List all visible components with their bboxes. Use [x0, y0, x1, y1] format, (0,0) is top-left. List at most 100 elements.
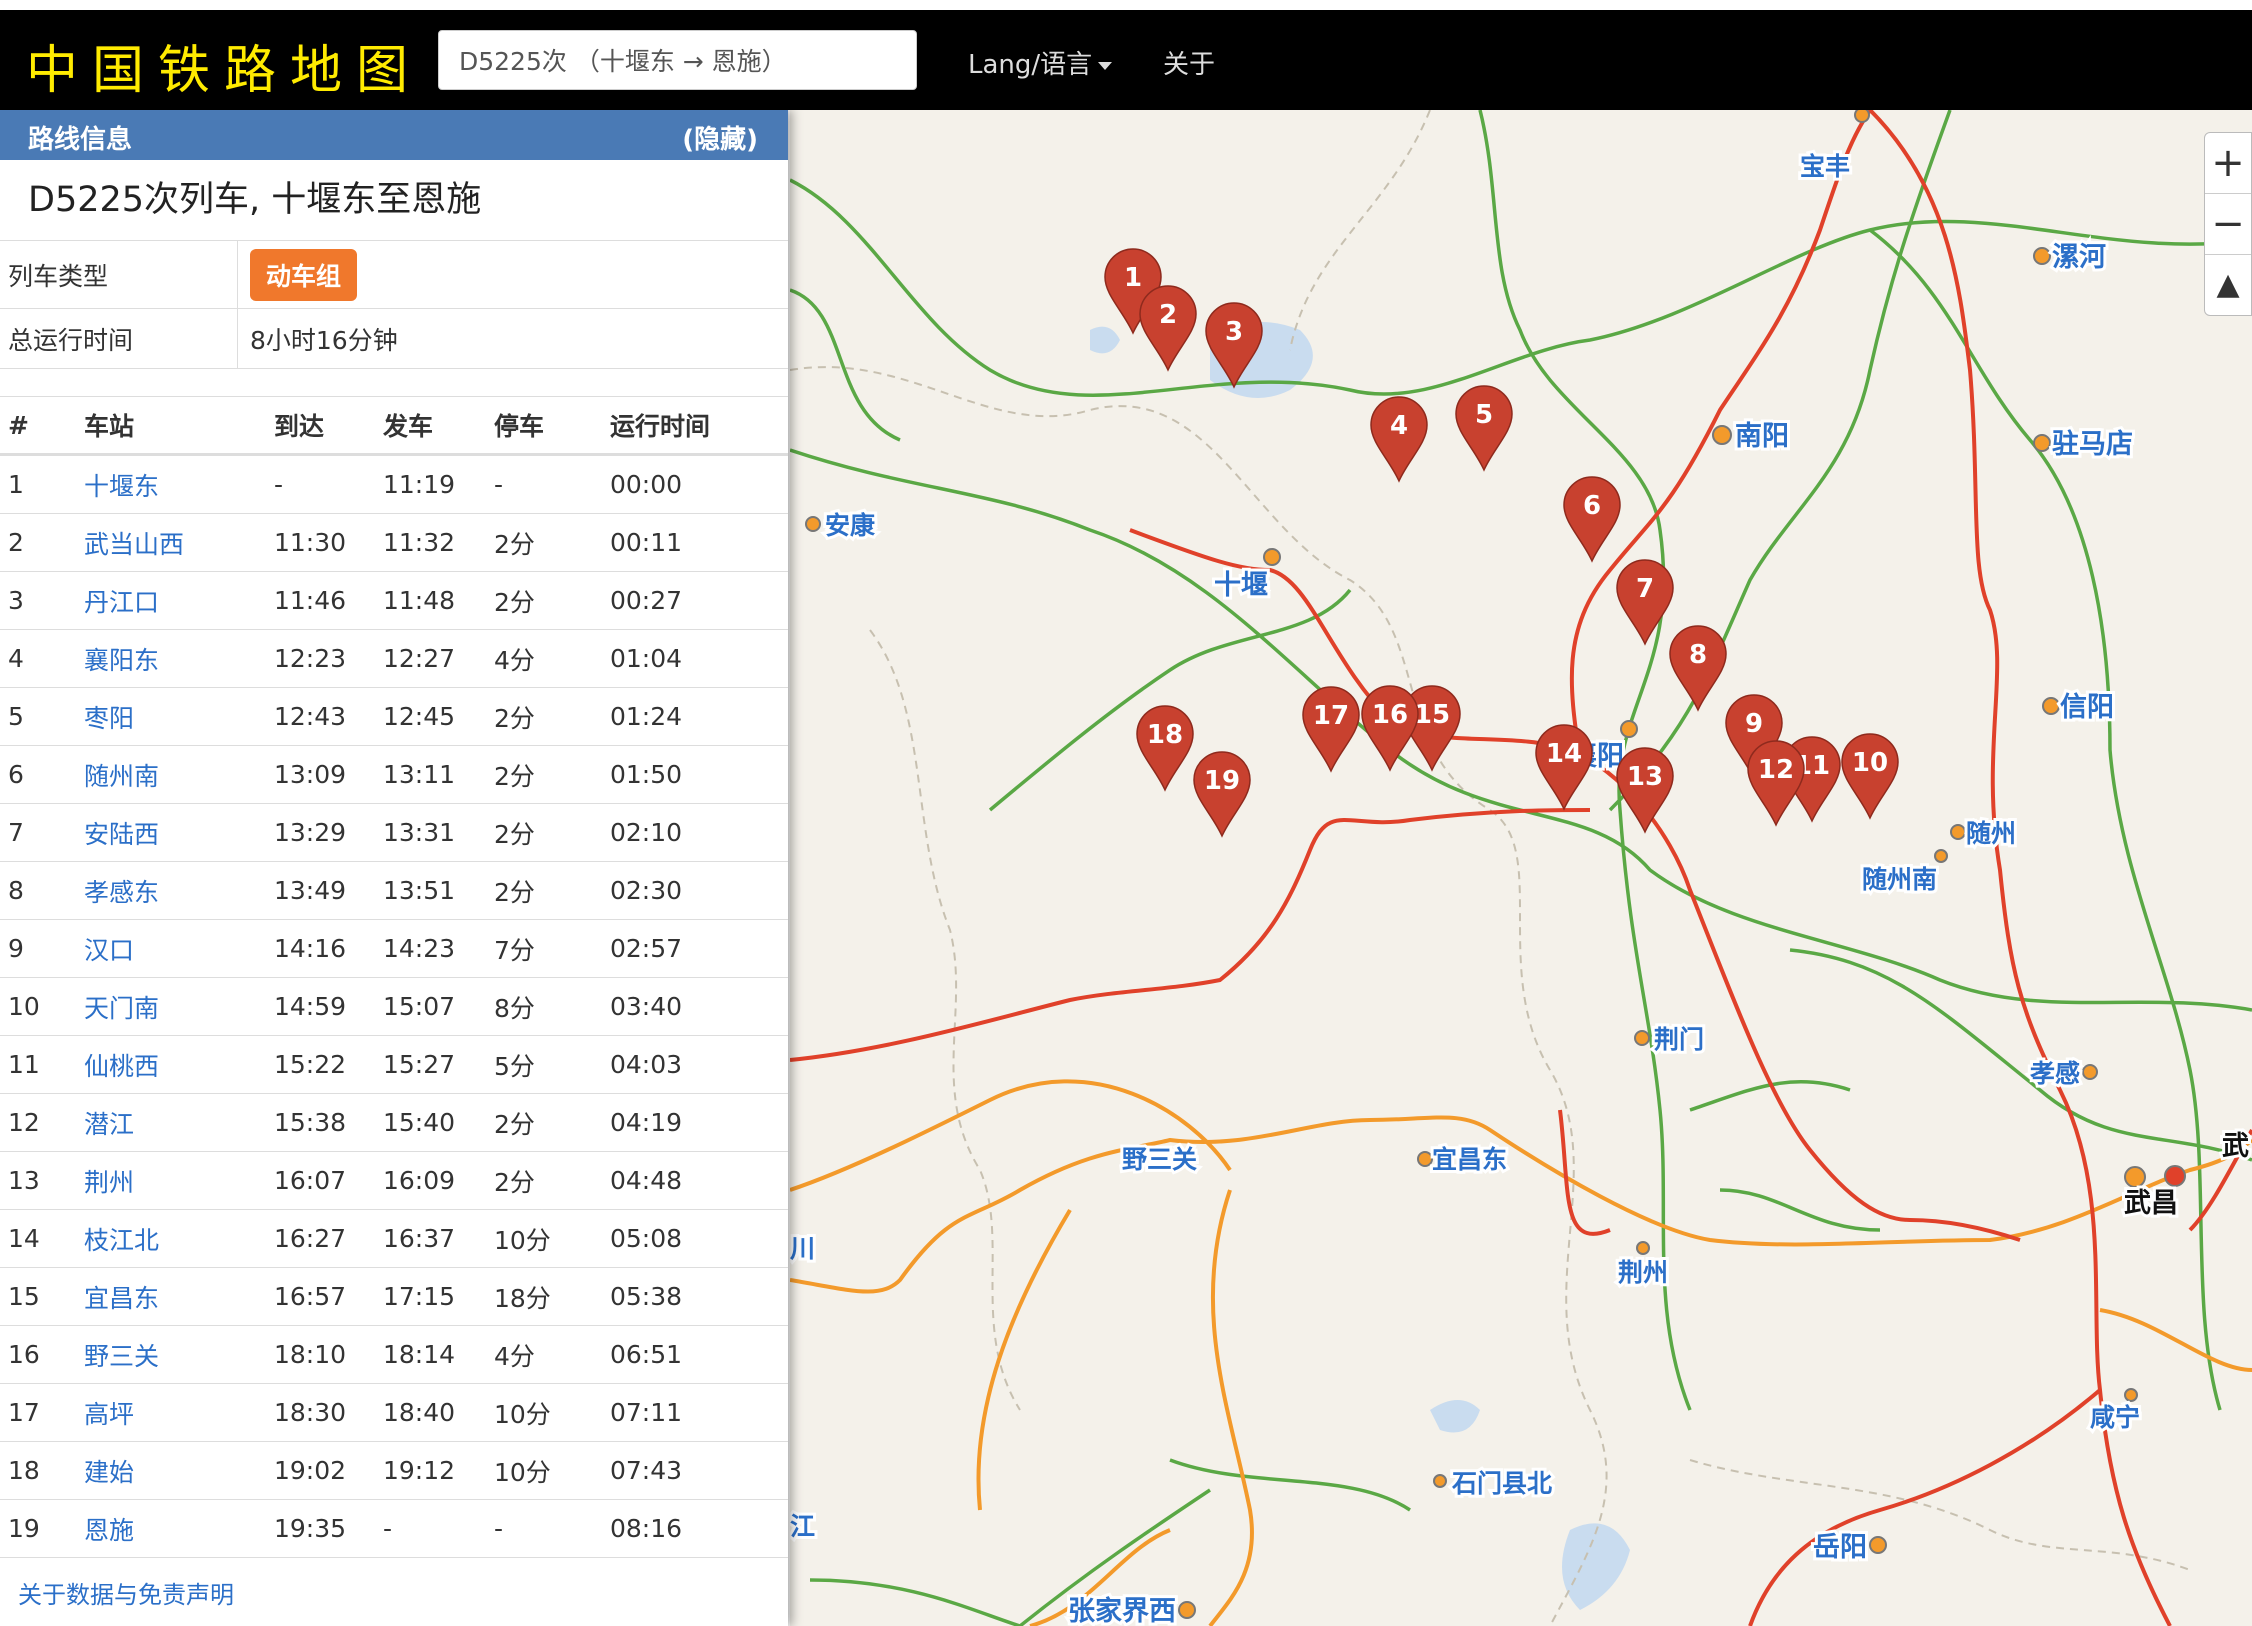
route-marker[interactable]: 2	[1139, 285, 1197, 372]
stop-duration: 2分	[494, 687, 610, 746]
stop-duration: 2分	[494, 513, 610, 572]
disclaimer-link[interactable]: 关于数据与免责声明	[18, 1575, 234, 1610]
city-label-luohe: 漯河	[2052, 242, 2106, 273]
elapsed-time: 05:38	[610, 1267, 788, 1326]
route-map[interactable]: 宝丰 漯河 南阳 驻马店 安康 十堰 信阳 襄阳 随州 随州南 荆门 孝感 武 …	[790, 110, 2252, 1626]
depart-time: 15:07	[383, 977, 494, 1036]
station-link[interactable]: 荆州	[84, 1168, 134, 1197]
route-marker[interactable]: 13	[1616, 747, 1674, 834]
station-link[interactable]: 建始	[84, 1458, 134, 1487]
train-title: D5225次列车, 十堰东至恩施	[0, 160, 788, 241]
table-row: 4 襄阳东 12:23 12:27 4分 01:04	[0, 629, 788, 688]
arrive-time: 13:09	[274, 745, 383, 804]
elapsed-time: 00:00	[610, 454, 788, 514]
zoom-out-button[interactable]: −	[2205, 194, 2251, 255]
train-search-input[interactable]	[438, 30, 917, 90]
route-marker[interactable]: 7	[1616, 559, 1674, 646]
total-time-value: 8小时16分钟	[250, 325, 398, 355]
about-link[interactable]: 关于	[1163, 44, 1215, 81]
hide-panel-link[interactable]: (隐藏)	[682, 119, 758, 156]
marker-number: 6	[1583, 491, 1601, 521]
compass-reset-button[interactable]: ▲	[2205, 255, 2251, 315]
stop-duration: -	[494, 1499, 610, 1558]
station-link[interactable]: 枝江北	[84, 1226, 159, 1255]
depart-time: 14:23	[383, 919, 494, 978]
route-marker[interactable]: 14	[1535, 724, 1593, 811]
table-row: 5 枣阳 12:43 12:45 2分 01:24	[0, 687, 788, 746]
station-index: 8	[0, 861, 84, 920]
route-marker[interactable]: 17	[1302, 686, 1360, 773]
elapsed-time: 05:08	[610, 1209, 788, 1268]
stop-duration: 8分	[494, 977, 610, 1036]
depart-time: 16:09	[383, 1151, 494, 1210]
station-table: # 车站 到达 发车 停车 运行时间 1 十堰东 -11:19-00:00 2 武当山西…	[0, 396, 788, 1558]
station-link[interactable]: 十堰东	[84, 472, 159, 501]
elapsed-time: 07:11	[610, 1383, 788, 1442]
city-label-xinyang: 信阳	[2060, 692, 2114, 723]
route-marker[interactable]: 19	[1193, 751, 1251, 838]
route-marker[interactable]: 6	[1563, 476, 1621, 563]
route-marker[interactable]: 16	[1361, 685, 1419, 772]
station-link[interactable]: 丹江口	[84, 588, 159, 617]
site-brand[interactable]: 中国铁路地图	[26, 28, 422, 103]
station-link[interactable]: 高坪	[84, 1400, 134, 1429]
station-index: 18	[0, 1441, 84, 1500]
station-link[interactable]: 天门南	[84, 994, 159, 1023]
water-areas	[1090, 322, 1630, 1610]
marker-number: 3	[1225, 317, 1243, 347]
station-index: 15	[0, 1267, 84, 1326]
route-marker[interactable]: 8	[1669, 625, 1727, 712]
route-marker[interactable]: 18	[1136, 705, 1194, 792]
stop-duration: 7分	[494, 919, 610, 978]
stop-duration: 2分	[494, 1093, 610, 1152]
zoom-control: + − ▲	[2204, 132, 2252, 316]
language-dropdown[interactable]: Lang/语言	[968, 44, 1113, 81]
station-link[interactable]: 襄阳东	[84, 646, 159, 675]
elapsed-time: 01:04	[610, 629, 788, 688]
station-link[interactable]: 孝感东	[84, 878, 159, 907]
station-link[interactable]: 枣阳	[84, 704, 134, 733]
station-link[interactable]: 汉口	[84, 936, 134, 965]
depart-time: 13:31	[383, 803, 494, 862]
depart-time: 13:51	[383, 861, 494, 920]
marker-number: 16	[1372, 700, 1408, 730]
stop-duration: 10分	[494, 1441, 610, 1500]
primary-railways	[790, 110, 2252, 1626]
elapsed-time: 04:19	[610, 1093, 788, 1152]
station-link[interactable]: 武当山西	[84, 530, 184, 559]
arrive-time: 16:07	[274, 1151, 383, 1210]
city-label-yichangdong: 宜昌东	[1432, 1145, 1507, 1174]
depart-time: 18:40	[383, 1383, 494, 1442]
station-link[interactable]: 安陆西	[84, 820, 159, 849]
arrive-time: 13:49	[274, 861, 383, 920]
station-link[interactable]: 随州南	[84, 762, 159, 791]
table-row: 15 宜昌东 16:57 17:15 18分 05:38	[0, 1267, 788, 1326]
zoom-in-button[interactable]: +	[2205, 133, 2251, 194]
route-marker[interactable]: 5	[1455, 385, 1513, 472]
stop-duration: 18分	[494, 1267, 610, 1326]
station-link[interactable]: 野三关	[84, 1342, 159, 1371]
station-index: 5	[0, 687, 84, 746]
depart-time: 19:12	[383, 1441, 494, 1500]
train-type-row: 列车类型 动车组	[0, 241, 788, 309]
route-marker[interactable]: 4	[1370, 396, 1428, 483]
marker-number: 18	[1147, 720, 1183, 750]
station-index: 10	[0, 977, 84, 1036]
map-canvas: 宝丰 漯河 南阳 驻马店 安康 十堰 信阳 襄阳 随州 随州南 荆门 孝感 武 …	[790, 110, 2252, 1626]
station-link[interactable]: 宜昌东	[84, 1284, 159, 1313]
station-link[interactable]: 潜江	[84, 1110, 134, 1139]
city-label-zhumadian: 驻马店	[2052, 429, 2133, 460]
route-marker[interactable]: 10	[1841, 733, 1899, 820]
col-stop: 停车	[494, 396, 610, 456]
route-marker[interactable]: 12	[1747, 740, 1805, 827]
city-label-suizhounan: 随州南	[1862, 865, 1937, 894]
station-index: 3	[0, 571, 84, 630]
marker-number: 4	[1390, 411, 1408, 441]
station-link[interactable]: 仙桃西	[84, 1052, 159, 1081]
station-index: 17	[0, 1383, 84, 1442]
elapsed-time: 02:30	[610, 861, 788, 920]
highways	[790, 110, 2252, 1626]
marker-number: 1	[1124, 263, 1142, 293]
station-link[interactable]: 恩施	[84, 1516, 134, 1545]
stop-duration: 4分	[494, 629, 610, 688]
